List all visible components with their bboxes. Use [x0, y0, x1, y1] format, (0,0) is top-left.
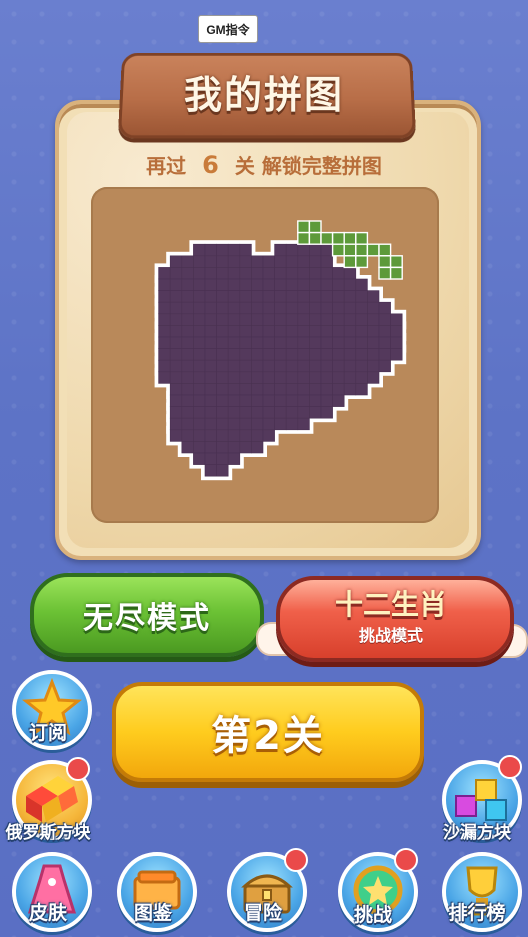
start-level-button[interactable]: 第2关 — [112, 682, 424, 782]
nav-challenge-label: 挑战 — [353, 904, 392, 926]
hourglass-notification-dot — [498, 755, 522, 779]
page-title: 我的拼图 — [183, 73, 344, 117]
subscribe-label: 订阅 — [28, 722, 67, 744]
zodiac-title: 十二生肖 — [334, 588, 447, 621]
unlock-hint: 再过 6 关 解锁完整拼图 — [55, 150, 473, 179]
endless-mode-button[interactable]: 无尽模式 — [30, 573, 264, 657]
grape-puzzle-image — [154, 220, 407, 481]
hourglass-label: 沙漏方块 — [443, 823, 511, 843]
level-label: 第2关 — [211, 713, 325, 759]
unlock-count: 6 — [202, 151, 219, 179]
tetris-label: 俄罗斯方块 — [5, 823, 91, 843]
nav-ranking-label: 排行榜 — [448, 902, 506, 924]
endless-mode-label: 无尽模式 — [83, 601, 211, 636]
zodiac-subtitle: 挑战模式 — [358, 626, 423, 645]
unlock-unit: 关 — [234, 154, 255, 178]
nav-collection-label: 图鉴 — [133, 902, 172, 924]
challenge-notification-dot — [394, 848, 418, 872]
nav-skin-label: 皮肤 — [28, 902, 67, 924]
unlock-suffix: 解锁完整拼图 — [261, 154, 382, 178]
tetris-notification-dot — [66, 757, 90, 781]
adventure-notification-dot — [284, 848, 308, 872]
unlock-prefix: 再过 — [146, 154, 187, 178]
nav-adventure-label: 冒险 — [243, 902, 282, 924]
gm-command-button[interactable]: GM指令 — [198, 15, 258, 43]
